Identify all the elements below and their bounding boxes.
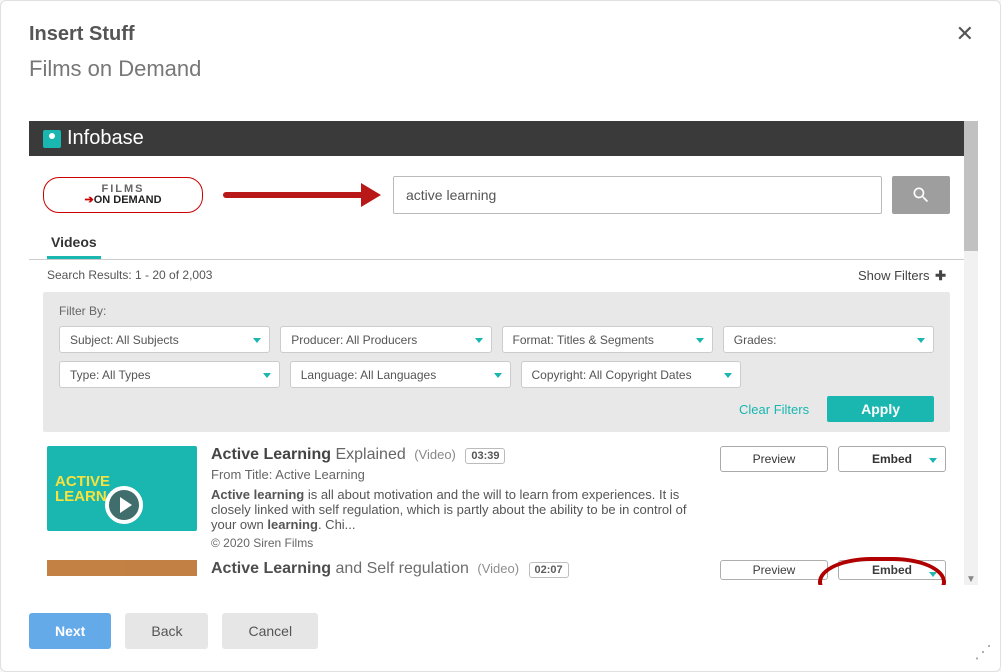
tabs-row: Videos (29, 224, 964, 260)
filter-grades[interactable]: Grades: (723, 326, 934, 353)
back-button[interactable]: Back (125, 613, 208, 649)
resize-grip-icon[interactable]: ⋰ (974, 642, 992, 663)
result-from-title: From Title: Active Learning (211, 467, 706, 482)
films-on-demand-logo: FILMS ➔ON DEMAND (43, 177, 203, 213)
result-title[interactable]: Active Learning Explained (Video) 03:39 (211, 446, 706, 464)
filter-type[interactable]: Type: All Types (59, 361, 280, 388)
filter-by-label: Filter By: (59, 304, 934, 318)
insert-stuff-dialog: Insert Stuff ✕ Films on Demand Infobase … (0, 0, 1001, 672)
cancel-button[interactable]: Cancel (222, 613, 318, 649)
result-item-2: Active Learning and Self regulation (Vid… (29, 554, 964, 580)
close-icon[interactable]: ✕ (956, 21, 974, 47)
results-header: Search Results: 1 - 20 of 2,003 Show Fil… (29, 260, 964, 292)
apply-button[interactable]: Apply (827, 396, 934, 422)
search-input[interactable] (393, 176, 882, 214)
scroll-down-icon[interactable]: ▼ (964, 573, 978, 587)
search-button[interactable] (892, 176, 950, 214)
infobase-brand: Infobase (67, 127, 144, 150)
next-button[interactable]: Next (29, 613, 111, 649)
filter-panel: Filter By: Subject: All Subjects Produce… (43, 292, 950, 432)
scroll-thumb[interactable] (964, 121, 978, 251)
result-thumbnail[interactable]: ACTIVE LEARN (47, 446, 197, 531)
embed-button[interactable]: Embed (838, 446, 946, 472)
filter-producer[interactable]: Producer: All Producers (280, 326, 491, 353)
filter-format[interactable]: Format: Titles & Segments (502, 326, 713, 353)
embed-button-2[interactable]: Embed (838, 560, 946, 580)
result-copyright: © 2020 Siren Films (211, 536, 706, 550)
scrollbar[interactable]: ▲ ▼ (964, 121, 978, 585)
results-count: Search Results: 1 - 20 of 2,003 (47, 268, 212, 284)
dialog-title: Insert Stuff (29, 23, 972, 46)
filter-language[interactable]: Language: All Languages (290, 361, 511, 388)
infobase-logo-icon (43, 130, 61, 148)
preview-button-2[interactable]: Preview (720, 560, 828, 580)
search-row: FILMS ➔ON DEMAND (29, 156, 964, 224)
tab-videos[interactable]: Videos (47, 228, 101, 259)
filter-subject[interactable]: Subject: All Subjects (59, 326, 270, 353)
play-icon (105, 486, 143, 524)
show-filters-toggle[interactable]: Show Filters ✚ (858, 268, 946, 284)
duration-badge: 03:39 (465, 448, 505, 464)
preview-button[interactable]: Preview (720, 446, 828, 472)
result-item-1: ACTIVE LEARN Active Learning Explained (… (29, 432, 964, 554)
annotation-arrow (223, 192, 363, 198)
dialog-footer: Next Back Cancel (29, 613, 318, 649)
clear-filters-link[interactable]: Clear Filters (739, 402, 809, 417)
search-icon (911, 185, 931, 205)
infobase-header: Infobase (29, 121, 964, 156)
result-thumbnail-2[interactable] (47, 560, 197, 576)
result-description: Active learning is all about motivation … (211, 487, 706, 532)
content-frame: Infobase FILMS ➔ON DEMAND Videos Search … (29, 121, 964, 585)
filter-copyright[interactable]: Copyright: All Copyright Dates (521, 361, 742, 388)
result-title-2[interactable]: Active Learning and Self regulation (Vid… (211, 560, 706, 580)
dialog-subtitle: Films on Demand (29, 56, 972, 82)
